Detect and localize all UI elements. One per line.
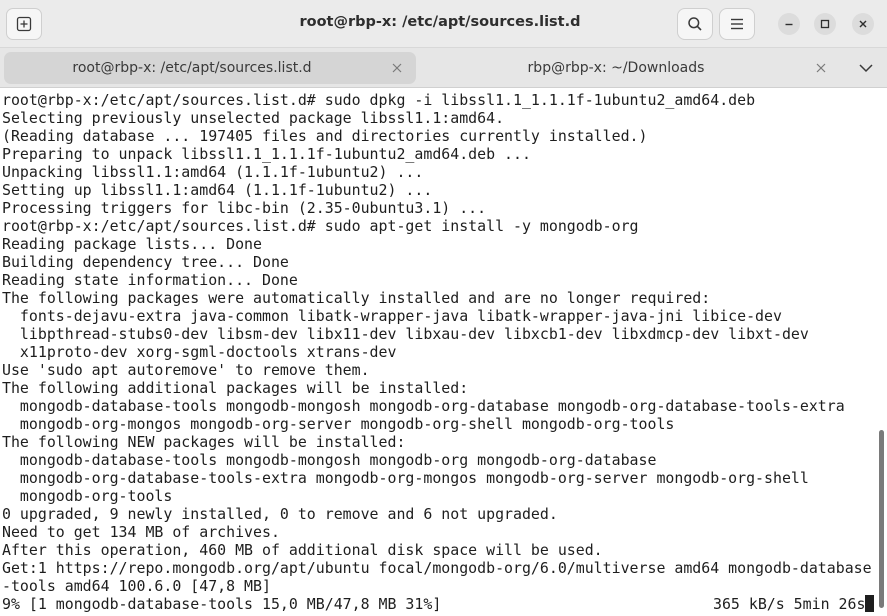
new-tab-button[interactable] [6, 8, 42, 40]
maximize-button[interactable] [814, 13, 836, 35]
terminal-line: After this operation, 460 MB of addition… [2, 541, 603, 559]
terminal-line: mongodb-database-tools mongodb-mongosh m… [2, 397, 845, 415]
header-bar: root@rbp-x: /etc/apt/sources.list.d [0, 0, 887, 48]
terminal-cursor [865, 595, 875, 612]
tab-root-sources-list[interactable]: root@rbp-x: /etc/apt/sources.list.d [4, 52, 416, 84]
terminal-line: root@rbp-x:/etc/apt/sources.list.d# sudo… [2, 217, 639, 235]
hamburger-menu-icon [731, 18, 743, 30]
terminal-line: Get:1 https://repo.mongodb.org/apt/ubunt… [2, 559, 872, 577]
apt-progress-line: 9% [1 mongodb-database-tools 15,0 MB/47,… [0, 595, 878, 613]
terminal-output[interactable]: root@rbp-x:/etc/apt/sources.list.d# sudo… [0, 89, 880, 616]
terminal-line: x11proto-dev xorg-sgml-doctools xtrans-d… [2, 343, 397, 361]
terminal-line: (Reading database ... 197405 files and d… [2, 127, 648, 145]
minimize-icon [785, 23, 793, 26]
terminal-line: libpthread-stubs0-dev libsm-dev libx11-d… [2, 325, 809, 343]
download-progress: 9% [1 mongodb-database-tools 15,0 MB/47,… [2, 595, 442, 613]
new-tab-icon [16, 16, 32, 32]
close-icon [859, 20, 867, 28]
main-menu-button[interactable] [719, 8, 755, 40]
tab-bar: root@rbp-x: /etc/apt/sources.list.d rbp@… [0, 48, 887, 88]
speed-eta-text: 365 kB/s 5min 26s [713, 595, 866, 613]
terminal-line: -tools amd64 100.6.0 [47,8 MB] [2, 577, 271, 595]
close-icon[interactable] [390, 61, 404, 75]
terminal-line: 0 upgraded, 9 newly installed, 0 to remo… [2, 505, 558, 523]
terminal-line: Reading state information... Done [2, 271, 298, 289]
terminal-line: Selecting previously unselected package … [2, 109, 505, 127]
terminal-line: mongodb-org-tools [2, 487, 173, 505]
download-speed-eta: 365 kB/s 5min 26s [713, 595, 875, 613]
close-icon[interactable] [814, 61, 828, 75]
close-window-button[interactable] [852, 13, 874, 35]
terminal-line: The following additional packages will b… [2, 379, 469, 397]
terminal-line: Use 'sudo apt autoremove' to remove them… [2, 361, 370, 379]
terminal-line: mongodb-org-mongos mongodb-org-server mo… [2, 415, 675, 433]
terminal-line: mongodb-database-tools mongodb-mongosh m… [2, 451, 657, 469]
tab-rbp-downloads[interactable]: rbp@rbp-x: ~/Downloads [428, 52, 840, 84]
terminal-line: Reading package lists... Done [2, 235, 262, 253]
tab-label: root@rbp-x: /etc/apt/sources.list.d [72, 60, 312, 76]
terminal-line: Need to get 134 MB of archives. [2, 523, 280, 541]
scrollbar-thumb[interactable] [879, 430, 884, 608]
maximize-icon [820, 19, 830, 29]
search-icon [688, 17, 702, 31]
terminal-line: Processing triggers for libc-bin (2.35-0… [2, 199, 487, 217]
terminal-line: Building dependency tree... Done [2, 253, 289, 271]
tab-label: rbp@rbp-x: ~/Downloads [527, 60, 705, 76]
terminal-line: fonts-dejavu-extra java-common libatk-wr… [2, 307, 782, 325]
window-title: root@rbp-x: /etc/apt/sources.list.d [299, 14, 581, 30]
terminal-line: Unpacking libssl1.1:amd64 (1.1.1f-1ubunt… [2, 163, 424, 181]
terminal-line: The following packages were automaticall… [2, 289, 711, 307]
terminal-line: root@rbp-x:/etc/apt/sources.list.d# sudo… [2, 91, 756, 109]
chevron-down-icon[interactable] [858, 61, 874, 75]
terminal-line: mongodb-org-database-tools-extra mongodb… [2, 469, 809, 487]
terminal-line: Setting up libssl1.1:amd64 (1.1.1f-1ubun… [2, 181, 433, 199]
terminal-line: Preparing to unpack libssl1.1_1.1.1f-1ub… [2, 145, 531, 163]
terminal-line: The following NEW packages will be insta… [2, 433, 406, 451]
minimize-button[interactable] [778, 13, 800, 35]
search-button[interactable] [677, 8, 713, 40]
